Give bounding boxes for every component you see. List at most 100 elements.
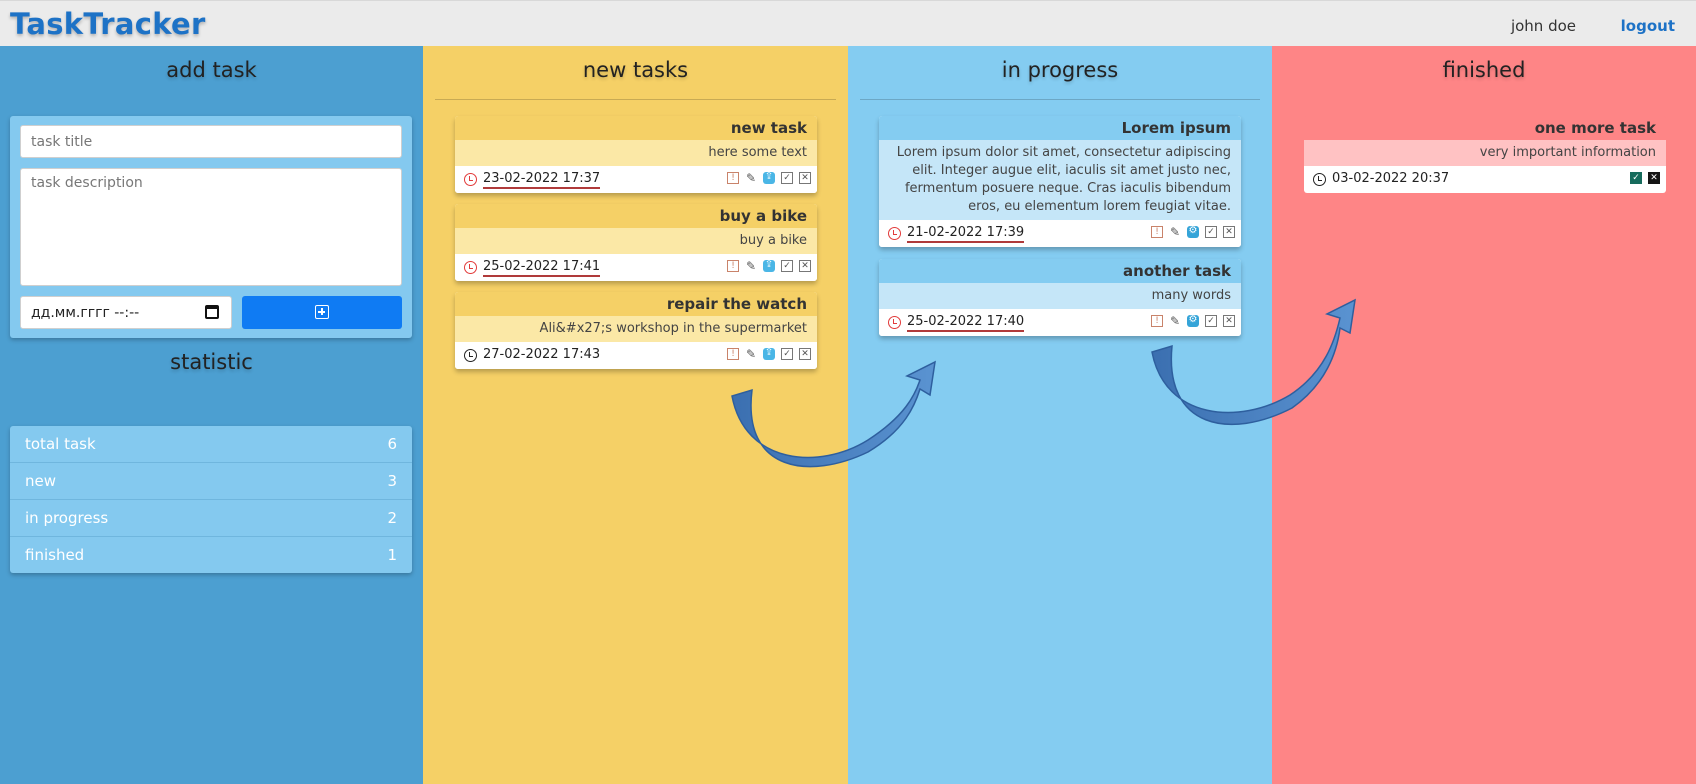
task-description: here some text — [455, 140, 817, 166]
task-actions: ✓ ✕ — [1624, 172, 1660, 186]
check-icon[interactable]: ✓ — [781, 260, 793, 272]
add-task-heading: add task — [166, 58, 257, 82]
task-date: 21-02-2022 17:39 — [907, 225, 1025, 243]
task-actions: ! ✎ ⚙ ✓ ✕ — [1145, 226, 1235, 240]
task-description: very important information — [1304, 140, 1666, 166]
in-progress-column: in progress Lorem ipsum Lorem ipsum dolo… — [848, 46, 1272, 784]
done-check-icon[interactable]: ✓ — [1630, 172, 1642, 184]
task-description: many words — [879, 283, 1241, 309]
plus-square-icon — [315, 305, 329, 319]
logout-link[interactable]: logout — [1621, 17, 1675, 35]
stat-row-finished: finished 1 — [10, 537, 412, 573]
task-footer: 25-02-2022 17:40 ! ✎ ⚙ ✓ ✕ — [879, 309, 1241, 336]
task-actions: ! ✎ ⚙ ✓ ✕ — [1145, 315, 1235, 329]
alarm-clock-icon — [464, 261, 477, 274]
new-tasks-heading: new tasks — [582, 58, 689, 82]
task-title: one more task — [1304, 116, 1666, 140]
task-date-input[interactable]: дд.мм.гггг --:-- — [20, 296, 232, 329]
calendar-icon[interactable] — [205, 305, 219, 319]
task-date: 25-02-2022 17:40 — [907, 314, 1025, 332]
move-to-progress-icon[interactable]: ⇪ — [763, 172, 775, 184]
stat-value: 3 — [387, 472, 397, 490]
add-task-button[interactable] — [242, 296, 402, 329]
stat-value: 6 — [387, 435, 397, 453]
alarm-clock-icon — [464, 173, 477, 186]
task-card: one more task very important information… — [1304, 116, 1666, 193]
delete-icon[interactable]: ✕ — [1223, 315, 1235, 327]
delete-icon[interactable]: ✕ — [799, 348, 811, 360]
task-tracker-app: TaskTracker john doe logout add task дд.… — [0, 0, 1696, 784]
task-card: buy a bike buy a bike 25-02-2022 17:41 !… — [455, 204, 817, 281]
task-actions: ! ✎ ⇪ ✓ ✕ — [721, 172, 811, 186]
task-footer: 25-02-2022 17:41 ! ✎ ⇪ ✓ ✕ — [455, 254, 817, 281]
priority-icon[interactable]: ! — [727, 172, 739, 184]
check-icon[interactable]: ✓ — [781, 172, 793, 184]
task-actions: ! ✎ ⇪ ✓ ✕ — [721, 260, 811, 274]
check-icon[interactable]: ✓ — [1205, 226, 1217, 238]
column-divider — [435, 99, 836, 100]
edit-pencil-icon[interactable]: ✎ — [745, 172, 757, 184]
alarm-clock-icon — [888, 227, 901, 240]
check-icon[interactable]: ✓ — [1205, 315, 1217, 327]
stat-value: 1 — [387, 546, 397, 564]
task-title: repair the watch — [455, 292, 817, 316]
task-description: buy a bike — [455, 228, 817, 254]
user-name: john doe — [1510, 17, 1576, 35]
stat-label: finished — [25, 546, 85, 564]
finished-column: finished one more task very important in… — [1272, 46, 1696, 784]
delete-icon[interactable]: ✕ — [799, 172, 811, 184]
finished-heading: finished — [1442, 58, 1526, 82]
edit-pencil-icon[interactable]: ✎ — [1169, 315, 1181, 327]
task-date: 27-02-2022 17:43 — [483, 347, 601, 362]
edit-pencil-icon[interactable]: ✎ — [1169, 226, 1181, 238]
stat-row-total: total task 6 — [10, 426, 412, 463]
task-title-input[interactable] — [20, 125, 402, 158]
move-to-progress-icon[interactable]: ⇪ — [763, 260, 775, 272]
priority-icon[interactable]: ! — [727, 260, 739, 272]
task-description: Lorem ipsum dolor sit amet, consectetur … — [879, 140, 1241, 220]
task-card: repair the watch Ali&#x27;s workshop in … — [455, 292, 817, 369]
stat-label: total task — [25, 435, 96, 453]
in-progress-heading: in progress — [1001, 58, 1119, 82]
task-description-input[interactable] — [20, 168, 402, 286]
date-input-placeholder: дд.мм.гггг --:-- — [31, 305, 140, 321]
delete-icon[interactable]: ✕ — [799, 260, 811, 272]
task-footer: 03-02-2022 20:37 ✓ ✕ — [1304, 166, 1666, 193]
priority-icon[interactable]: ! — [727, 348, 739, 360]
alarm-clock-icon — [888, 316, 901, 329]
task-card: another task many words 25-02-2022 17:40… — [879, 259, 1241, 336]
task-card: Lorem ipsum Lorem ipsum dolor sit amet, … — [879, 116, 1241, 247]
edit-pencil-icon[interactable]: ✎ — [745, 260, 757, 272]
task-title: buy a bike — [455, 204, 817, 228]
alarm-clock-icon — [464, 349, 477, 362]
stat-label: new — [25, 472, 57, 490]
priority-icon[interactable]: ! — [1151, 315, 1163, 327]
task-date: 23-02-2022 17:37 — [483, 171, 601, 189]
in-progress-state-icon[interactable]: ⚙ — [1187, 226, 1199, 238]
column-divider — [860, 99, 1260, 100]
brand-logo[interactable]: TaskTracker — [10, 7, 206, 41]
task-date: 03-02-2022 20:37 — [1332, 171, 1450, 186]
statistic-heading: statistic — [170, 350, 253, 374]
top-bar: TaskTracker john doe logout — [0, 0, 1696, 47]
task-footer: 21-02-2022 17:39 ! ✎ ⚙ ✓ ✕ — [879, 220, 1241, 247]
new-tasks-column: new tasks new task here some text 23-02-… — [423, 46, 848, 784]
stat-label: in progress — [25, 509, 109, 527]
task-title: Lorem ipsum — [879, 116, 1241, 140]
task-title: another task — [879, 259, 1241, 283]
stat-row-in-progress: in progress 2 — [10, 500, 412, 537]
edit-pencil-icon[interactable]: ✎ — [745, 348, 757, 360]
priority-icon[interactable]: ! — [1151, 226, 1163, 238]
in-progress-state-icon[interactable]: ⚙ — [1187, 315, 1199, 327]
check-icon[interactable]: ✓ — [781, 348, 793, 360]
task-footer: 23-02-2022 17:37 ! ✎ ⇪ ✓ ✕ — [455, 166, 817, 193]
move-to-progress-icon[interactable]: ⇪ — [763, 348, 775, 360]
task-card: new task here some text 23-02-2022 17:37… — [455, 116, 817, 193]
delete-icon[interactable]: ✕ — [1223, 226, 1235, 238]
task-date: 25-02-2022 17:41 — [483, 259, 601, 277]
add-task-column: add task дд.мм.гггг --:-- statistic tota… — [0, 46, 423, 784]
alarm-clock-icon — [1313, 173, 1326, 186]
delete-icon[interactable]: ✕ — [1648, 172, 1660, 184]
task-footer: 27-02-2022 17:43 ! ✎ ⇪ ✓ ✕ — [455, 342, 817, 369]
statistic-list: total task 6 new 3 in progress 2 finishe… — [10, 426, 412, 573]
